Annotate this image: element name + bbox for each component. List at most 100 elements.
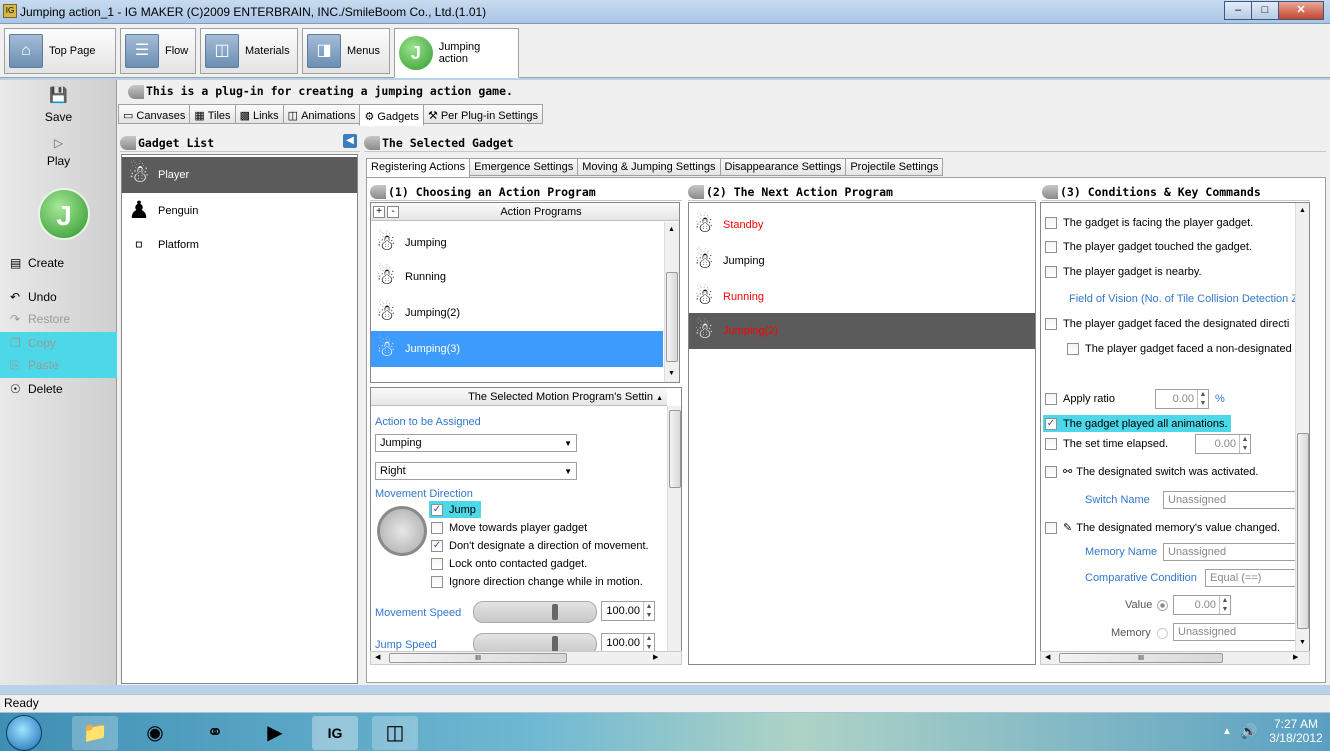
checkbox-checked[interactable]: ✓ [431, 503, 443, 516]
ig-maker-icon[interactable]: IG [312, 716, 358, 750]
checkbox[interactable] [1045, 266, 1057, 278]
movement-speed-slider[interactable] [473, 601, 597, 623]
checkbox[interactable] [1045, 318, 1057, 330]
tab-gadgets[interactable]: ⚙ Gadgets [359, 104, 424, 126]
direction-dropdown[interactable]: Right ▼ [375, 462, 577, 480]
spinner-icon[interactable]: ▲ ▼ [643, 634, 654, 652]
program-item-jumping-2[interactable]: ☃ Jumping(2) [371, 295, 663, 331]
maximize-button[interactable]: □ [1251, 1, 1279, 20]
slider-thumb[interactable] [552, 636, 558, 652]
explorer-icon[interactable]: 📁 [72, 716, 118, 750]
checkbox-checked[interactable]: ✓ [431, 540, 443, 552]
tab-emergence-settings[interactable]: Emergence Settings [469, 158, 579, 176]
ignore-direction-checkbox[interactable]: Ignore direction change while in motion. [431, 576, 643, 588]
collapse-up-icon[interactable]: ▲ [656, 395, 663, 402]
volume-icon[interactable]: 🔊 [1240, 723, 1257, 740]
copy-button[interactable]: ❐ Copy [10, 336, 56, 350]
scroll-right-icon[interactable]: ▶ [653, 653, 658, 661]
next-item-running[interactable]: ☃ Running [689, 279, 1035, 315]
tab-registering-actions[interactable]: Registering Actions [366, 158, 471, 178]
time-elapsed-checkbox[interactable]: The set time elapsed. [1045, 438, 1168, 450]
media-player-icon[interactable]: ▶ [252, 716, 298, 750]
scroll-up-icon[interactable]: ▲ [1299, 207, 1306, 214]
spinner-icon[interactable]: ▲ ▼ [1219, 596, 1230, 614]
network-app-icon[interactable]: ⚭ [192, 716, 238, 750]
checkbox[interactable] [1045, 217, 1057, 229]
checkbox[interactable] [1045, 521, 1057, 534]
scroll-right-icon[interactable]: ▶ [1293, 653, 1298, 661]
comparative-condition-dropdown[interactable]: Equal (==) [1205, 569, 1297, 587]
switch-name-field[interactable]: Unassigned [1163, 491, 1297, 509]
direction-dial[interactable] [377, 506, 427, 556]
jump-checkbox[interactable]: ✓ Jump [429, 501, 481, 518]
collapse-arrow-icon[interactable]: ◀ [343, 134, 357, 148]
jump-speed-input[interactable]: 100.00 ▲ ▼ [601, 633, 655, 653]
tab-flow[interactable]: ☰ Flow [120, 28, 196, 74]
undo-button[interactable]: ↶ Undo [10, 290, 57, 304]
gadget-item-player[interactable]: ☃ Player [122, 157, 357, 193]
tab-tiles[interactable]: ▦ Tiles [189, 104, 236, 124]
spinner-icon[interactable]: ▲ ▼ [1239, 435, 1250, 453]
minimize-button[interactable]: – [1224, 1, 1252, 20]
chrome-icon[interactable]: ◉ [132, 716, 178, 750]
played-all-animations-checkbox[interactable]: ✓ The gadget played all animations. [1043, 415, 1231, 432]
cond-player-nearby[interactable]: The player gadget is nearby. [1045, 266, 1295, 278]
settings-scrollbar[interactable] [667, 406, 681, 662]
cond-player-touched[interactable]: The player gadget touched the gadget. [1045, 241, 1295, 253]
spinner-icon[interactable]: ▲ ▼ [643, 602, 654, 620]
tab-per-plugin-settings[interactable]: ⚒ Per Plug-in Settings [422, 104, 544, 124]
remove-program-button[interactable]: - [387, 206, 399, 218]
cond-faced-designated[interactable]: The player gadget faced the designated d… [1045, 318, 1295, 330]
hscroll-thumb[interactable]: III [1059, 653, 1223, 663]
program-item-jumping[interactable]: ☃ Jumping [371, 225, 663, 261]
checkbox[interactable] [1045, 241, 1057, 253]
start-button-icon[interactable] [6, 715, 42, 751]
scroll-down-icon[interactable]: ▼ [668, 370, 675, 377]
action-dropdown[interactable]: Jumping ▼ [375, 434, 577, 452]
next-item-jumping-2[interactable]: ☃ Jumping(2) [689, 313, 1035, 349]
scroll-up-icon[interactable]: ▲ [668, 226, 675, 233]
conditions-hscrollbar[interactable]: ◀ III ▶ [1040, 651, 1310, 665]
checkbox[interactable] [1045, 438, 1057, 450]
programs-scrollbar[interactable]: ▲ ▼ [664, 222, 679, 382]
tab-materials[interactable]: ◫ Materials [200, 28, 298, 74]
spinner-icon[interactable]: ▲ ▼ [1197, 390, 1208, 408]
play-button[interactable]: Play [0, 154, 117, 168]
app-window-icon[interactable]: ◫ [372, 716, 418, 750]
tab-canvases[interactable]: ▭ Canvases [118, 104, 191, 124]
delete-button[interactable]: ☉ Delete [10, 382, 63, 396]
cond-faced-non-designated[interactable]: The player gadget faced a non-designated [1067, 343, 1295, 355]
scroll-left-icon[interactable]: ◀ [375, 653, 380, 661]
value-radio[interactable] [1157, 600, 1168, 611]
movement-speed-input[interactable]: 100.00 ▲ ▼ [601, 601, 655, 621]
add-program-button[interactable]: + [373, 206, 385, 218]
scroll-thumb[interactable] [666, 272, 678, 362]
restore-button[interactable]: ↷ Restore [10, 312, 70, 326]
scroll-down-icon[interactable]: ▼ [1299, 639, 1306, 646]
checkbox[interactable] [1045, 393, 1057, 405]
apply-ratio-checkbox[interactable]: Apply ratio [1045, 393, 1115, 405]
tab-top-page[interactable]: ⌂ Top Page [4, 28, 116, 74]
memory-changed-checkbox[interactable]: ✎ The designated memory's value changed. [1045, 521, 1295, 534]
tab-jumping-action[interactable]: J Jumping action [394, 28, 519, 78]
program-item-running[interactable]: ☃ Running [371, 259, 663, 295]
slider-thumb[interactable] [552, 604, 558, 620]
tab-disappearance-settings[interactable]: Disappearance Settings [719, 158, 847, 176]
scroll-left-icon[interactable]: ◀ [1045, 653, 1050, 661]
gadget-item-penguin[interactable]: ♟ Penguin [122, 193, 357, 229]
memory-field[interactable]: Unassigned [1173, 623, 1297, 641]
close-button[interactable]: ✕ [1278, 1, 1324, 20]
tab-links[interactable]: ▩ Links [234, 104, 284, 124]
program-item-jumping-3[interactable]: ☃ Jumping(3) [371, 331, 663, 367]
save-button[interactable]: Save [0, 110, 117, 124]
next-item-jumping[interactable]: ☃ Jumping [689, 243, 1035, 279]
clock[interactable]: 7:27 AM 3/18/2012 [1266, 717, 1326, 745]
tab-menus[interactable]: ◨ Menus [302, 28, 390, 74]
checkbox[interactable] [431, 522, 443, 534]
paste-button[interactable]: ⎘ Paste [10, 358, 59, 372]
tab-animations[interactable]: ◫ Animations [282, 104, 361, 124]
lock-onto-checkbox[interactable]: Lock onto contacted gadget. [431, 558, 587, 570]
create-button[interactable]: ▤ Create [10, 256, 64, 270]
memory-radio[interactable] [1157, 628, 1168, 639]
memory-name-field[interactable]: Unassigned [1163, 543, 1297, 561]
